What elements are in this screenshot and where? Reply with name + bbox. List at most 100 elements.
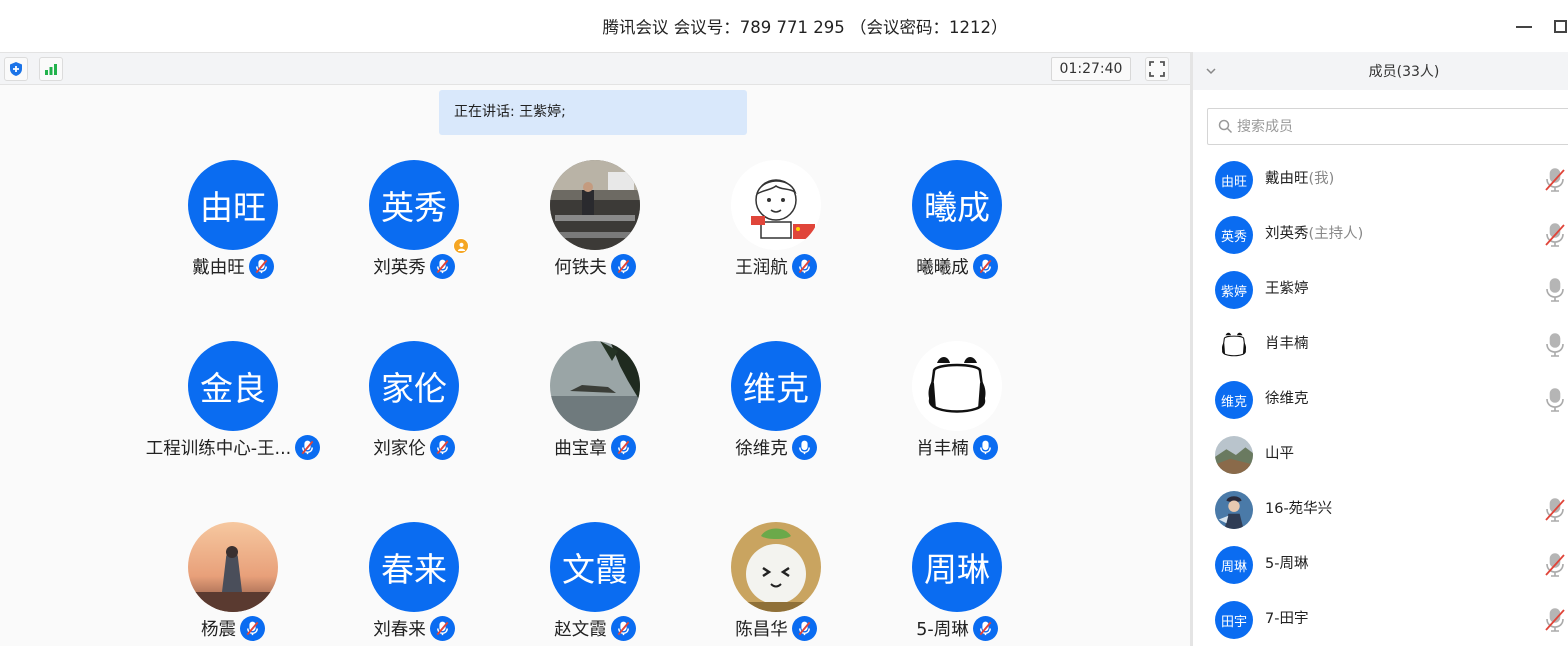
- member-name-text: 王紫婷: [1265, 281, 1309, 297]
- fullscreen-button[interactable]: [1145, 57, 1169, 81]
- mic-muted-icon: [429, 615, 455, 641]
- members-panel-header: 成员(33人): [1193, 52, 1568, 90]
- member-name-text: 刘英秀: [1265, 226, 1309, 242]
- member-name-text: 山平: [1265, 446, 1294, 462]
- title-bar: 腾讯会议 会议号：789 771 295 （会议密码：1212）: [0, 0, 1568, 52]
- participant-avatar: 维克: [731, 341, 821, 431]
- participant-name: 刘家伦: [373, 438, 426, 459]
- participant-name: 曲宝章: [554, 438, 607, 459]
- participant-avatar: 曦成: [912, 160, 1002, 250]
- member-name: 徐维克: [1265, 372, 1309, 427]
- meeting-timer: 01:27:40: [1051, 57, 1131, 81]
- member-avatar: 周琳: [1215, 546, 1253, 584]
- participant-tile[interactable]: 曦成曦曦成: [847, 160, 1067, 290]
- member-avatar: 英秀: [1215, 216, 1253, 254]
- member-avatar: [1215, 491, 1253, 529]
- mic-muted-icon: [240, 615, 265, 641]
- member-name-text: 戴由旺: [1265, 171, 1309, 187]
- mic-icon[interactable]: [1543, 332, 1567, 362]
- participant-name-row: 曦曦成: [847, 252, 1067, 280]
- participant-avatar: 英秀: [369, 160, 459, 250]
- participant-tile[interactable]: 周琳 5-周琳: [847, 522, 1067, 652]
- participant-avatar: 春来: [369, 522, 459, 612]
- participant-name: 5-周琳: [916, 619, 969, 640]
- member-search-box[interactable]: [1207, 108, 1568, 145]
- maximize-icon[interactable]: [1554, 20, 1567, 33]
- mic-muted-icon: [791, 615, 817, 641]
- mic-muted-icon: [248, 253, 274, 279]
- member-avatar: 维克: [1215, 381, 1253, 419]
- mic-icon[interactable]: [1543, 387, 1567, 417]
- participant-avatar: 家伦: [369, 341, 459, 431]
- participant-name: 刘英秀: [373, 257, 426, 278]
- participant-avatar: [188, 522, 278, 612]
- member-name-text: 7-田宇: [1265, 611, 1309, 627]
- member-list-item[interactable]: 紫婷 王紫婷: [1193, 262, 1568, 317]
- member-name: 刘英秀(主持人): [1265, 207, 1363, 262]
- members-count-title: 成员(33人): [1368, 64, 1440, 80]
- member-list-item[interactable]: 田宇 7-田宇: [1193, 592, 1568, 647]
- mic-muted-icon[interactable]: [1543, 607, 1567, 637]
- fullscreen-icon: [1149, 61, 1165, 77]
- security-button[interactable]: [4, 57, 28, 81]
- member-avatar: 紫婷: [1215, 271, 1253, 309]
- participant-avatar: [912, 341, 1002, 431]
- participant-name: 王润航: [735, 257, 788, 278]
- member-name-text: 徐维克: [1265, 391, 1309, 407]
- participant-name: 赵文霞: [554, 619, 607, 640]
- member-avatar: [1215, 436, 1253, 474]
- member-list-item[interactable]: 维克 徐维克: [1193, 372, 1568, 427]
- participant-name: 陈昌华: [735, 619, 788, 640]
- member-name-text: 5-周琳: [1265, 556, 1309, 572]
- member-list-item[interactable]: 由旺 戴由旺(我): [1193, 152, 1568, 207]
- video-gallery: 正在讲话: 王紫婷; 由旺 戴由旺 英秀 刘英秀 何铁夫 王润航 曦成 曦曦成 金良 工程训练中心…: [0, 85, 1190, 646]
- network-signal-button[interactable]: [39, 57, 63, 81]
- shield-icon: [10, 62, 22, 76]
- member-name: 16-苑华兴: [1265, 482, 1332, 537]
- member-role-tag: (主持人): [1308, 226, 1364, 242]
- mic-muted-icon[interactable]: [1543, 497, 1567, 527]
- member-name: 王紫婷: [1265, 262, 1309, 317]
- mic-muted-icon: [791, 253, 817, 279]
- member-list-item[interactable]: 周琳 5-周琳: [1193, 537, 1568, 592]
- members-panel: 成员(33人) 由旺戴由旺(我)英秀刘英秀(主持人)紫婷王紫婷肖丰楠维克徐维克山…: [1193, 52, 1568, 646]
- member-name: 5-周琳: [1265, 537, 1308, 592]
- mic-muted-icon[interactable]: [1543, 222, 1567, 252]
- member-name: 7-田宇: [1265, 592, 1308, 647]
- window-title: 腾讯会议 会议号：789 771 295 （会议密码：1212）: [602, 18, 1008, 37]
- member-name-text: 16-苑华兴: [1265, 501, 1333, 517]
- mic-muted-icon[interactable]: [1543, 167, 1567, 197]
- participant-avatar: [550, 160, 640, 250]
- member-avatar: 田宇: [1215, 601, 1253, 639]
- mic-on-icon: [791, 434, 817, 460]
- member-list-item[interactable]: 英秀 刘英秀(主持人): [1193, 207, 1568, 262]
- member-list-item[interactable]: 16-苑华兴: [1193, 482, 1568, 537]
- participant-name: 徐维克: [735, 438, 788, 459]
- minimize-icon[interactable]: [1516, 26, 1532, 28]
- mic-muted-icon: [610, 434, 636, 460]
- member-list-item[interactable]: 肖丰楠: [1193, 317, 1568, 372]
- member-search-input[interactable]: [1237, 109, 1537, 144]
- participant-name: 戴由旺: [192, 257, 245, 278]
- meeting-toolbar: 01:27:40: [0, 52, 1190, 85]
- speaking-indicator: 正在讲话: 王紫婷;: [439, 90, 747, 135]
- participant-name: 杨震: [201, 619, 236, 640]
- member-name: 肖丰楠: [1265, 317, 1309, 372]
- participant-name: 曦曦成: [916, 257, 969, 278]
- mic-muted-icon: [610, 615, 636, 641]
- participant-name: 刘春来: [373, 619, 426, 640]
- mic-icon[interactable]: [1543, 277, 1567, 307]
- mic-muted-icon[interactable]: [1543, 552, 1567, 582]
- member-list-item[interactable]: 山平: [1193, 427, 1568, 482]
- participant-name-row: 肖丰楠: [847, 433, 1067, 461]
- member-name: 山平: [1265, 427, 1294, 482]
- participant-name: 肖丰楠: [916, 438, 969, 459]
- member-name: 戴由旺(我): [1265, 152, 1334, 207]
- participant-avatar: 周琳: [912, 522, 1002, 612]
- participant-name: 工程训练中心-王...: [145, 438, 292, 459]
- participant-avatar: [731, 160, 821, 250]
- member-avatar: [1215, 326, 1253, 364]
- mic-muted-icon: [972, 253, 998, 279]
- participant-avatar: 金良: [188, 341, 278, 431]
- participant-tile[interactable]: 肖丰楠: [847, 341, 1067, 471]
